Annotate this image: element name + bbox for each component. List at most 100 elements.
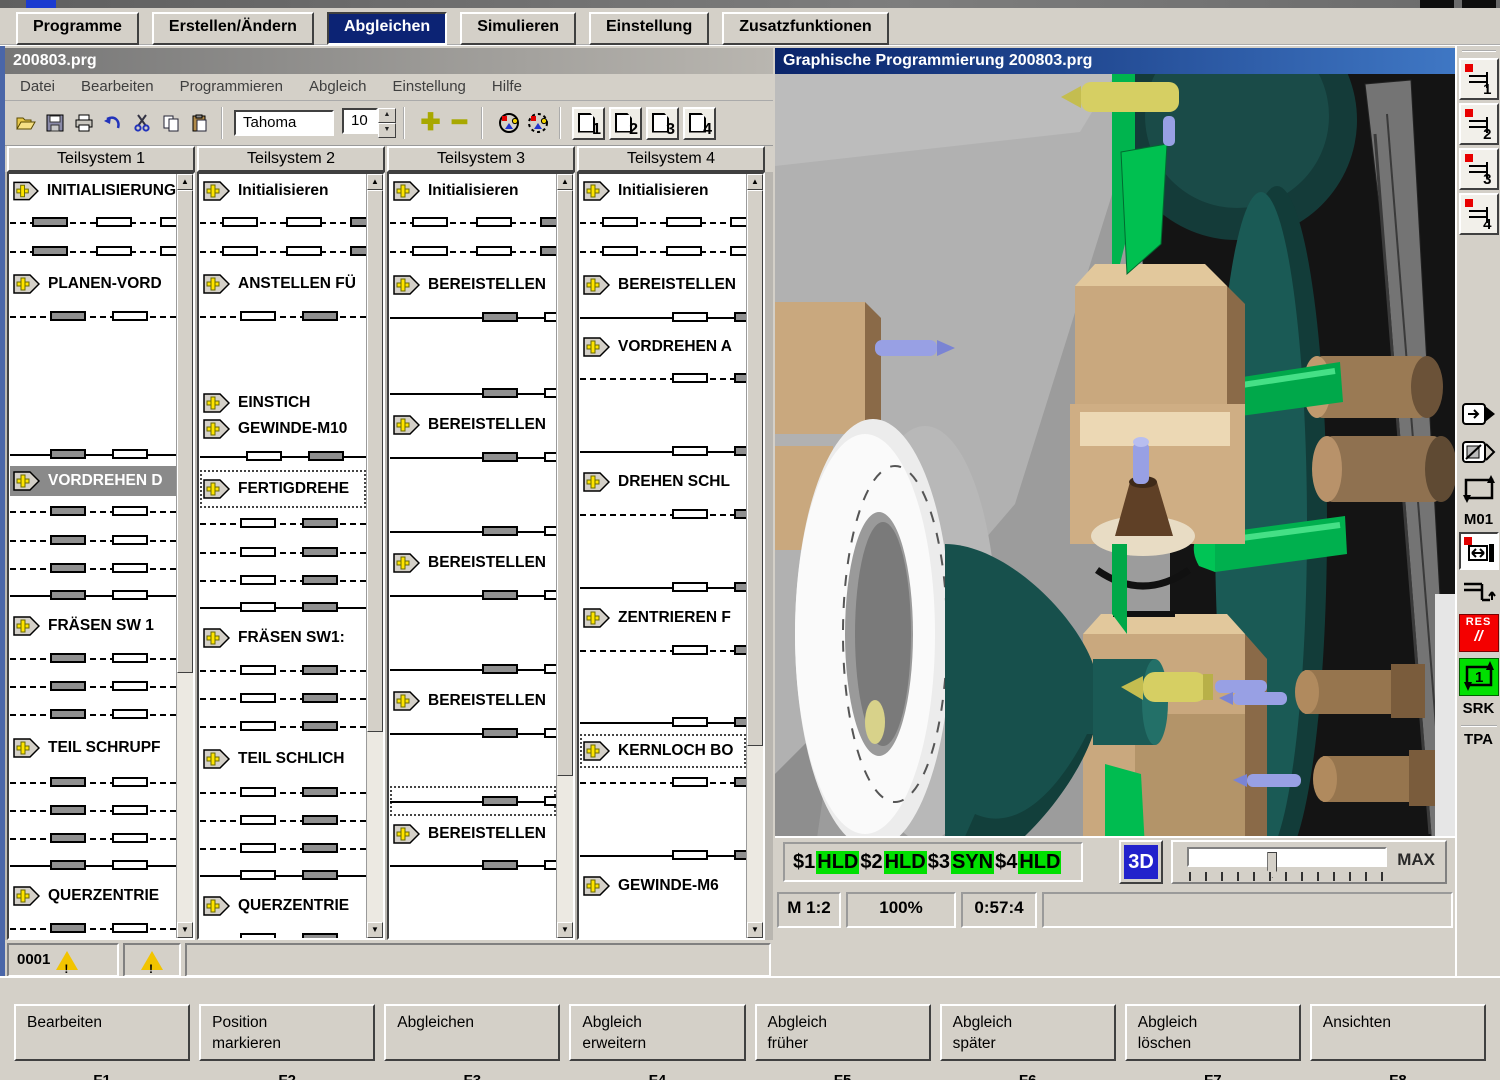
nc-block-chip[interactable] xyxy=(160,246,176,256)
nc-block-row-solid[interactable] xyxy=(390,582,556,608)
operation-item[interactable]: ZENTRIEREN F xyxy=(580,600,746,636)
nc-block-row-solid[interactable] xyxy=(580,842,746,868)
nc-block-chip[interactable] xyxy=(112,709,148,719)
scroll-down-icon[interactable]: ▼ xyxy=(557,922,573,938)
channel-4-button[interactable]: 4 xyxy=(1459,193,1499,235)
nc-block-chip[interactable] xyxy=(482,312,518,322)
operation-item[interactable]: FRÄSEN SW1: xyxy=(200,620,366,656)
tab-einstellung[interactable]: Einstellung xyxy=(589,12,709,45)
nc-block-chip[interactable] xyxy=(302,870,338,880)
nc-block-chip[interactable] xyxy=(302,843,338,853)
zoom-out-button[interactable]: ━ xyxy=(445,109,474,137)
operation-item[interactable]: QUERZENTRIE xyxy=(200,888,366,924)
nc-block-chip[interactable] xyxy=(734,446,746,456)
nc-block-chip[interactable] xyxy=(112,535,148,545)
print-icon[interactable] xyxy=(69,109,98,137)
operation-item[interactable]: BEREISTELLEN xyxy=(580,266,746,304)
teilsystem-2-header[interactable]: Teilsystem 2 xyxy=(197,146,385,172)
active-function-button[interactable] xyxy=(1459,532,1499,570)
nc-block-row-solid[interactable] xyxy=(390,380,556,406)
single-block-icon[interactable] xyxy=(1460,397,1498,431)
softkey-f5[interactable]: Abgleich früher xyxy=(755,1004,931,1061)
operation-item[interactable]: Initialisieren xyxy=(200,174,366,208)
nc-block-chip[interactable] xyxy=(50,653,86,663)
nc-block-row-dashed[interactable] xyxy=(10,554,176,582)
nc-block-row-dashed[interactable] xyxy=(10,824,176,852)
menu-einstellung[interactable]: Einstellung xyxy=(393,74,466,100)
nc-block-chip[interactable] xyxy=(302,311,338,321)
nc-block-chip[interactable] xyxy=(286,217,322,227)
nc-block-row-dashed[interactable] xyxy=(390,236,556,266)
column-scrollbar[interactable]: ▲▼ xyxy=(366,174,383,938)
operation-item[interactable]: KERNLOCH BO xyxy=(580,734,746,768)
nc-block-row-solid[interactable] xyxy=(10,442,176,466)
nc-block-chip[interactable] xyxy=(302,693,338,703)
nc-block-chip[interactable] xyxy=(672,777,708,787)
operation-plus-icon[interactable] xyxy=(203,896,230,916)
zoom-in-button[interactable]: ✚ xyxy=(416,109,445,137)
nc-block-chip[interactable] xyxy=(672,645,708,655)
show-teilsystem-1-button[interactable]: 1 xyxy=(572,107,605,140)
operation-item[interactable]: DREHEN SCHL xyxy=(580,464,746,500)
nc-block-chip[interactable] xyxy=(50,777,86,787)
operation-item[interactable]: GEWINDE-M10 xyxy=(200,416,366,442)
font-size-input[interactable]: 10 xyxy=(342,108,378,134)
operation-item[interactable]: Initialisieren xyxy=(390,174,556,208)
nc-block-chip[interactable] xyxy=(302,602,338,612)
nc-block-row-dashed[interactable] xyxy=(10,768,176,796)
operation-plus-icon[interactable] xyxy=(203,181,230,201)
spin-down-icon[interactable]: ▼ xyxy=(378,123,396,138)
nc-block-chip[interactable] xyxy=(482,526,518,536)
nc-block-chip[interactable] xyxy=(302,518,338,528)
operation-item[interactable]: BEREISTELLEN xyxy=(390,406,556,444)
nc-block-chip[interactable] xyxy=(112,449,148,459)
nc-block-chip[interactable] xyxy=(96,246,132,256)
operation-plus-icon[interactable] xyxy=(393,415,420,435)
nc-block-chip[interactable] xyxy=(240,721,276,731)
nc-block-chip[interactable] xyxy=(240,843,276,853)
nc-block-chip[interactable] xyxy=(50,590,86,600)
open-file-icon[interactable] xyxy=(11,109,40,137)
column-scrollbar[interactable]: ▲▼ xyxy=(176,174,193,938)
nc-block-row-dashed[interactable] xyxy=(10,796,176,824)
nc-block-chip[interactable] xyxy=(482,452,518,462)
softkey-f8[interactable]: Ansichten xyxy=(1310,1004,1486,1061)
nc-block-chip[interactable] xyxy=(482,590,518,600)
nc-block-chip[interactable] xyxy=(544,590,556,600)
nc-block-row-dashed[interactable] xyxy=(10,672,176,700)
operation-plus-icon[interactable] xyxy=(203,419,230,439)
nc-block-row-solid[interactable] xyxy=(580,710,746,734)
scroll-down-icon[interactable]: ▼ xyxy=(367,922,383,938)
nc-block-row-solid[interactable] xyxy=(390,786,556,816)
cut-icon[interactable] xyxy=(127,109,156,137)
nc-block-chip[interactable] xyxy=(302,721,338,731)
nc-block-row-dashed[interactable] xyxy=(200,924,366,938)
font-size-spinner[interactable]: ▲▼ xyxy=(378,108,396,138)
channel-1-button[interactable]: 1 xyxy=(1459,58,1499,100)
nc-block-chip[interactable] xyxy=(286,246,322,256)
nc-block-chip[interactable] xyxy=(302,787,338,797)
menu-hilfe[interactable]: Hilfe xyxy=(492,74,522,100)
nc-block-row-dashed[interactable] xyxy=(580,768,746,796)
scroll-thumb[interactable] xyxy=(367,190,383,732)
undo-icon[interactable] xyxy=(98,109,127,137)
operation-item[interactable]: BEREISTELLEN xyxy=(390,682,556,720)
nc-block-chip[interactable] xyxy=(544,860,556,870)
nc-block-row-dashed[interactable] xyxy=(200,208,366,236)
nc-block-chip[interactable] xyxy=(112,923,148,933)
nc-block-chip[interactable] xyxy=(302,815,338,825)
nc-block-row-solid[interactable] xyxy=(10,582,176,608)
channel-2-button[interactable]: 2 xyxy=(1459,103,1499,145)
nc-block-row-dashed[interactable] xyxy=(10,208,176,236)
nc-block-row-solid[interactable] xyxy=(200,594,366,620)
nc-block-chip[interactable] xyxy=(240,665,276,675)
nc-block-chip[interactable] xyxy=(112,777,148,787)
softkey-f7[interactable]: Abgleich löschen xyxy=(1125,1004,1301,1061)
show-teilsystem-2-button[interactable]: 2 xyxy=(609,107,642,140)
nc-block-chip[interactable] xyxy=(240,311,276,321)
nc-block-chip[interactable] xyxy=(350,217,366,227)
tab-programme[interactable]: Programme xyxy=(16,12,139,45)
operation-plus-icon[interactable] xyxy=(13,181,39,201)
operation-item[interactable]: FERTIGDREHE xyxy=(200,470,366,508)
nc-block-chip[interactable] xyxy=(482,728,518,738)
